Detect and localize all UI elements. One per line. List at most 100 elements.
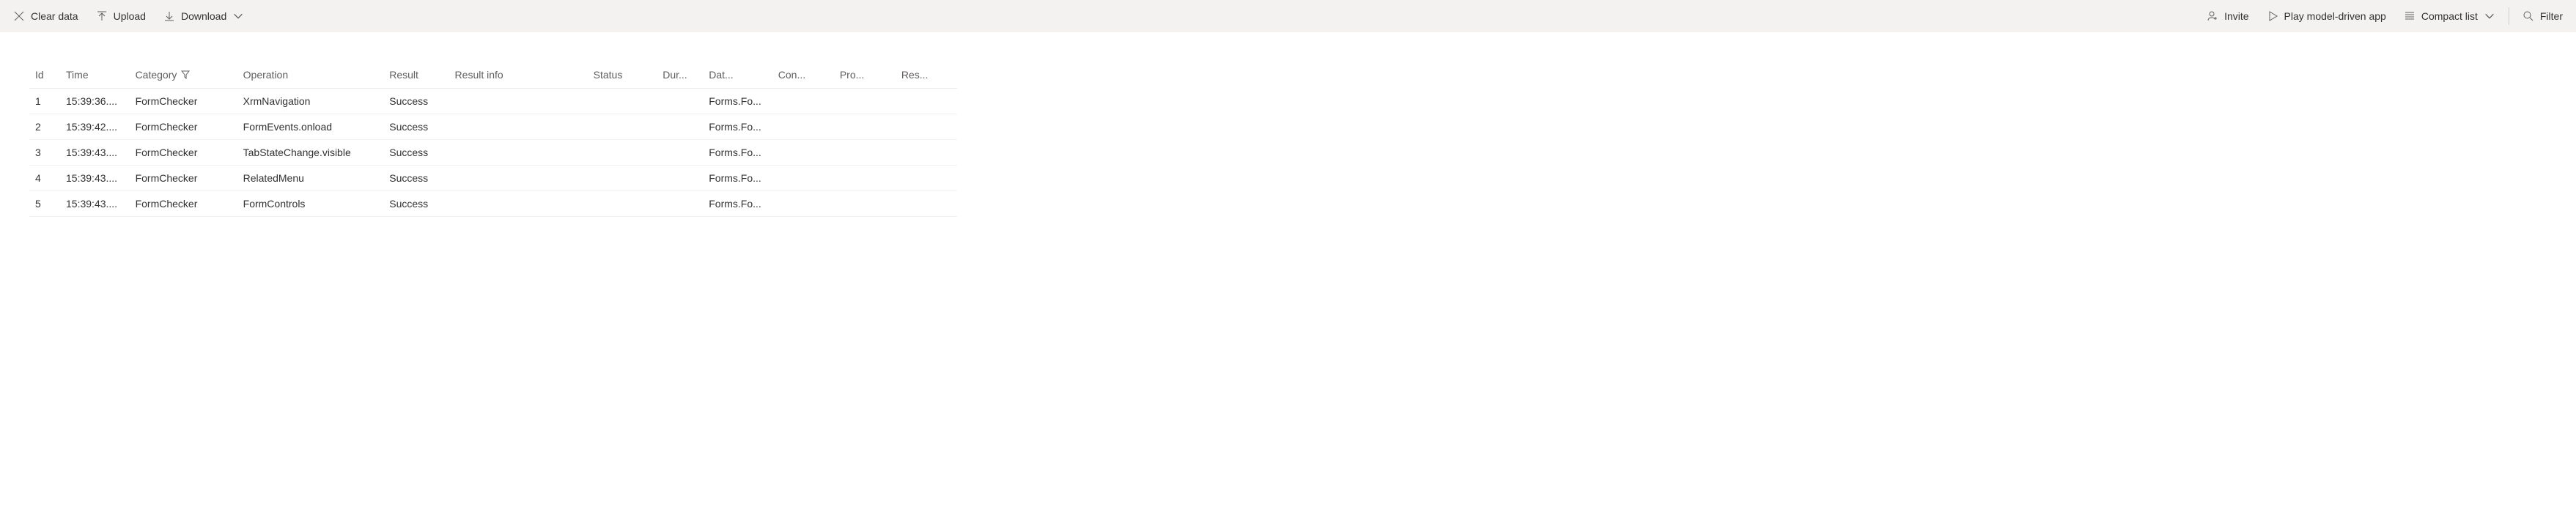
invite-icon: [2207, 10, 2218, 22]
cell-category: FormChecker: [130, 191, 237, 217]
view-mode-label: Compact list: [2421, 10, 2478, 22]
cell-result: Success: [383, 140, 449, 166]
cell-res: [896, 166, 957, 191]
column-header-status[interactable]: Status: [588, 62, 657, 89]
column-header-id[interactable]: Id: [29, 62, 60, 89]
cell-operation: XrmNavigation: [237, 89, 384, 114]
play-icon: [2267, 10, 2278, 22]
cell-res: [896, 114, 957, 140]
cell-category: FormChecker: [130, 166, 237, 191]
cell-operation: TabStateChange.visible: [237, 140, 384, 166]
cell-operation: RelatedMenu: [237, 166, 384, 191]
cell-pro: [834, 191, 896, 217]
cell-id: 5: [29, 191, 60, 217]
close-icon: [13, 10, 25, 22]
column-header-duration[interactable]: Dur...: [657, 62, 703, 89]
table-row[interactable]: 515:39:43....FormCheckerFormControlsSucc…: [29, 191, 957, 217]
cell-duration: [657, 166, 703, 191]
cell-status: [588, 114, 657, 140]
column-header-category-label: Category: [136, 69, 177, 81]
cell-pro: [834, 166, 896, 191]
filter-button[interactable]: Filter: [2515, 6, 2570, 26]
spacer: [0, 32, 2576, 62]
cell-category: FormChecker: [130, 114, 237, 140]
cell-data: Forms.Fo...: [703, 89, 772, 114]
cell-data: Forms.Fo...: [703, 191, 772, 217]
toolbar: Clear data Upload Download: [0, 0, 2576, 32]
cell-data: Forms.Fo...: [703, 140, 772, 166]
cell-id: 2: [29, 114, 60, 140]
cell-category: FormChecker: [130, 89, 237, 114]
search-icon: [2523, 10, 2534, 22]
cell-duration: [657, 114, 703, 140]
column-header-result[interactable]: Result: [383, 62, 449, 89]
filter-label: Filter: [2540, 10, 2563, 22]
cell-data: Forms.Fo...: [703, 114, 772, 140]
cell-result_info: [449, 191, 588, 217]
toolbar-right: Invite Play model-driven app Compact lis…: [2199, 6, 2570, 26]
view-mode-button[interactable]: Compact list: [2396, 6, 2503, 26]
column-header-result-info[interactable]: Result info: [449, 62, 588, 89]
cell-id: 4: [29, 166, 60, 191]
column-header-operation[interactable]: Operation: [237, 62, 384, 89]
download-label: Download: [181, 10, 226, 22]
cell-status: [588, 191, 657, 217]
cell-data: Forms.Fo...: [703, 166, 772, 191]
cell-status: [588, 89, 657, 114]
table-row[interactable]: 415:39:43....FormCheckerRelatedMenuSucce…: [29, 166, 957, 191]
column-header-res[interactable]: Res...: [896, 62, 957, 89]
clear-data-button[interactable]: Clear data: [6, 6, 86, 26]
column-header-con[interactable]: Con...: [772, 62, 834, 89]
play-button[interactable]: Play model-driven app: [2259, 6, 2394, 26]
cell-pro: [834, 114, 896, 140]
cell-time: 15:39:42....: [60, 114, 130, 140]
upload-icon: [96, 10, 108, 22]
table-row[interactable]: 315:39:43....FormCheckerTabStateChange.v…: [29, 140, 957, 166]
cell-time: 15:39:43....: [60, 166, 130, 191]
cell-result_info: [449, 166, 588, 191]
column-header-data[interactable]: Dat...: [703, 62, 772, 89]
cell-pro: [834, 89, 896, 114]
cell-result_info: [449, 114, 588, 140]
cell-result_info: [449, 89, 588, 114]
cell-res: [896, 191, 957, 217]
table-row[interactable]: 115:39:36....FormCheckerXrmNavigationSuc…: [29, 89, 957, 114]
download-button[interactable]: Download: [156, 6, 251, 26]
chevron-down-icon: [2484, 10, 2495, 22]
column-header-time[interactable]: Time: [60, 62, 130, 89]
cell-operation: FormEvents.onload: [237, 114, 384, 140]
data-table-container: Id Time Category Operation Result Result…: [0, 62, 975, 217]
cell-con: [772, 166, 834, 191]
data-table: Id Time Category Operation Result Result…: [29, 62, 957, 217]
cell-duration: [657, 140, 703, 166]
column-header-category[interactable]: Category: [130, 62, 237, 89]
cell-result: Success: [383, 114, 449, 140]
column-header-pro[interactable]: Pro...: [834, 62, 896, 89]
cell-con: [772, 89, 834, 114]
cell-res: [896, 140, 957, 166]
filter-icon: [181, 70, 190, 79]
cell-res: [896, 89, 957, 114]
list-icon: [2404, 10, 2416, 22]
table-body: 115:39:36....FormCheckerXrmNavigationSuc…: [29, 89, 957, 217]
cell-duration: [657, 191, 703, 217]
cell-result: Success: [383, 166, 449, 191]
cell-time: 15:39:43....: [60, 191, 130, 217]
cell-pro: [834, 140, 896, 166]
cell-con: [772, 114, 834, 140]
upload-button[interactable]: Upload: [89, 6, 153, 26]
cell-id: 1: [29, 89, 60, 114]
cell-duration: [657, 89, 703, 114]
invite-button[interactable]: Invite: [2199, 6, 2256, 26]
cell-time: 15:39:43....: [60, 140, 130, 166]
table-row[interactable]: 215:39:42....FormCheckerFormEvents.onloa…: [29, 114, 957, 140]
upload-label: Upload: [114, 10, 146, 22]
cell-time: 15:39:36....: [60, 89, 130, 114]
download-icon: [163, 10, 175, 22]
cell-status: [588, 140, 657, 166]
clear-data-label: Clear data: [31, 10, 78, 22]
cell-result_info: [449, 140, 588, 166]
toolbar-left: Clear data Upload Download: [6, 6, 251, 26]
cell-id: 3: [29, 140, 60, 166]
cell-category: FormChecker: [130, 140, 237, 166]
